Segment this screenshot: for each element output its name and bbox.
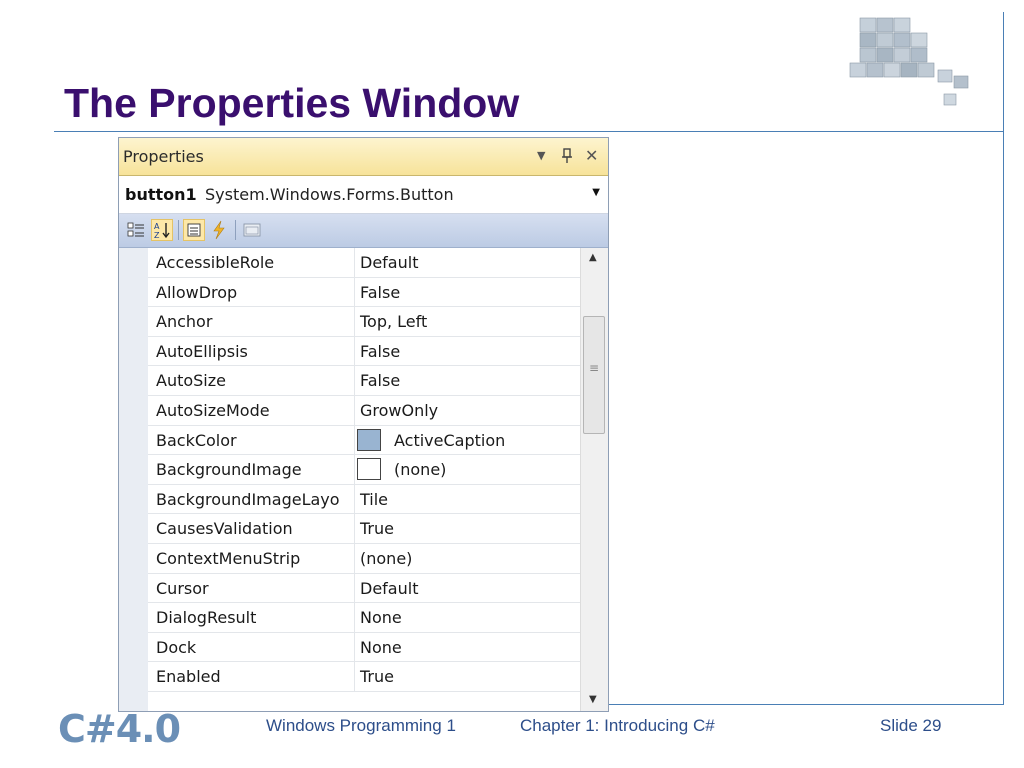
property-name: AutoEllipsis <box>156 341 248 361</box>
property-row[interactable]: AccessibleRole Default <box>148 248 580 278</box>
footer-chapter: Chapter 1: Introducing C# <box>520 716 715 735</box>
categorized-icon[interactable] <box>125 219 147 241</box>
alphabetical-icon[interactable]: A Z <box>151 219 173 241</box>
slide-number: Slide 29 <box>880 716 942 735</box>
property-grid: AccessibleRole Default AllowDrop False A… <box>119 248 608 711</box>
column-divider <box>354 395 355 425</box>
property-name: AccessibleRole <box>156 253 275 272</box>
property-value[interactable]: False <box>360 371 400 390</box>
property-value[interactable]: GrowOnly <box>360 401 438 420</box>
property-row[interactable]: BackColor ActiveCaption <box>148 425 580 456</box>
property-row[interactable]: BackgroundImageLayo Tile <box>148 484 580 515</box>
dropdown-icon[interactable]: ▼ <box>537 149 545 162</box>
column-divider <box>354 248 355 277</box>
property-name: DialogResult <box>156 608 257 628</box>
vertical-scrollbar[interactable]: ▲ ≡ ▼ <box>580 248 608 711</box>
property-rows: AccessibleRole Default AllowDrop False A… <box>148 248 580 692</box>
property-grid-gutter <box>119 248 148 711</box>
property-row[interactable]: Anchor Top, Left <box>148 307 580 337</box>
property-pages-icon[interactable] <box>241 219 263 241</box>
property-name: Anchor <box>156 312 213 332</box>
properties-icon[interactable] <box>183 219 205 241</box>
pin-icon[interactable] <box>561 148 573 164</box>
property-row[interactable]: AutoSize False <box>148 366 580 396</box>
property-name: BackgroundImage <box>156 460 302 480</box>
column-divider <box>354 514 355 543</box>
property-row[interactable]: Cursor Default <box>148 573 580 604</box>
property-row[interactable]: AllowDrop False <box>148 277 580 308</box>
property-row[interactable]: AutoSizeMode GrowOnly <box>148 395 580 426</box>
color-swatch <box>357 428 381 451</box>
property-value[interactable]: Default <box>360 253 418 272</box>
cubes-logo-icon <box>849 17 969 106</box>
property-value[interactable]: False <box>360 283 400 302</box>
property-name: BackColor <box>156 430 237 450</box>
property-value[interactable]: Default <box>360 579 418 598</box>
property-name: Enabled <box>156 667 221 687</box>
property-name: CausesValidation <box>156 519 293 539</box>
property-value[interactable]: (none) <box>360 549 412 568</box>
object-type: System.Windows.Forms.Button <box>205 185 454 204</box>
column-divider <box>354 455 355 484</box>
close-icon[interactable]: ✕ <box>585 146 598 165</box>
object-selector[interactable]: button1 System.Windows.Forms.Button ▼ <box>119 176 608 214</box>
column-divider <box>354 603 355 632</box>
properties-toolbar: A Z <box>119 214 608 248</box>
column-divider <box>354 277 355 307</box>
properties-titlebar: Properties ▼ ✕ <box>119 138 608 176</box>
property-row[interactable]: Dock None <box>148 632 580 663</box>
svg-text:Z: Z <box>154 231 160 240</box>
property-row[interactable]: AutoEllipsis False <box>148 336 580 367</box>
column-divider <box>354 543 355 573</box>
properties-title: Properties <box>123 147 204 166</box>
property-value[interactable]: Tile <box>360 490 388 509</box>
column-divider <box>354 662 355 691</box>
property-value[interactable]: True <box>360 667 394 686</box>
property-value[interactable]: None <box>360 638 402 657</box>
property-name: Dock <box>156 637 197 657</box>
footer-course: Windows Programming 1 <box>266 716 456 735</box>
property-row[interactable]: ContextMenuStrip (none) <box>148 543 580 574</box>
property-name: BackgroundImageLayo <box>156 489 340 509</box>
chevron-down-icon[interactable]: ▼ <box>592 187 600 198</box>
property-row[interactable]: BackgroundImage (none) <box>148 455 580 485</box>
column-divider <box>354 307 355 336</box>
property-name: AutoSizeMode <box>156 400 270 420</box>
scroll-up-arrow-icon[interactable]: ▲ <box>589 252 597 263</box>
column-divider <box>354 425 355 455</box>
property-value[interactable]: False <box>360 342 400 361</box>
property-value[interactable]: (none) <box>394 460 446 479</box>
column-divider <box>354 366 355 395</box>
property-name: Cursor <box>156 578 209 598</box>
title-underline <box>54 131 1004 132</box>
property-value[interactable]: Top, Left <box>360 312 427 331</box>
right-border-line <box>1003 12 1004 704</box>
property-name: AutoSize <box>156 371 226 391</box>
scroll-down-arrow-icon[interactable]: ▼ <box>589 694 597 705</box>
property-row[interactable]: CausesValidation True <box>148 514 580 544</box>
slide-title: The Properties Window <box>64 80 520 126</box>
property-name: AllowDrop <box>156 282 238 302</box>
object-name: button1 <box>125 185 197 204</box>
column-divider <box>354 632 355 662</box>
toolbar-separator <box>235 220 236 240</box>
scrollbar-thumb[interactable]: ≡ <box>583 316 605 434</box>
property-row[interactable]: Enabled True <box>148 662 580 692</box>
column-divider <box>354 573 355 603</box>
column-divider <box>354 484 355 514</box>
toolbar-separator <box>178 220 179 240</box>
grip-icon: ≡ <box>589 361 600 375</box>
property-row[interactable]: DialogResult None <box>148 603 580 633</box>
property-value[interactable]: None <box>360 608 402 627</box>
property-name: ContextMenuStrip <box>156 548 301 568</box>
svg-text:A: A <box>154 222 160 231</box>
property-value[interactable]: True <box>360 519 394 538</box>
events-icon[interactable] <box>208 219 230 241</box>
properties-window[interactable]: Properties ▼ ✕ button1 System.Windows.Fo… <box>118 137 609 712</box>
image-swatch <box>357 458 381 481</box>
csharp-logo: C#4.0 <box>58 707 181 751</box>
property-value[interactable]: ActiveCaption <box>394 431 505 450</box>
column-divider <box>354 336 355 366</box>
